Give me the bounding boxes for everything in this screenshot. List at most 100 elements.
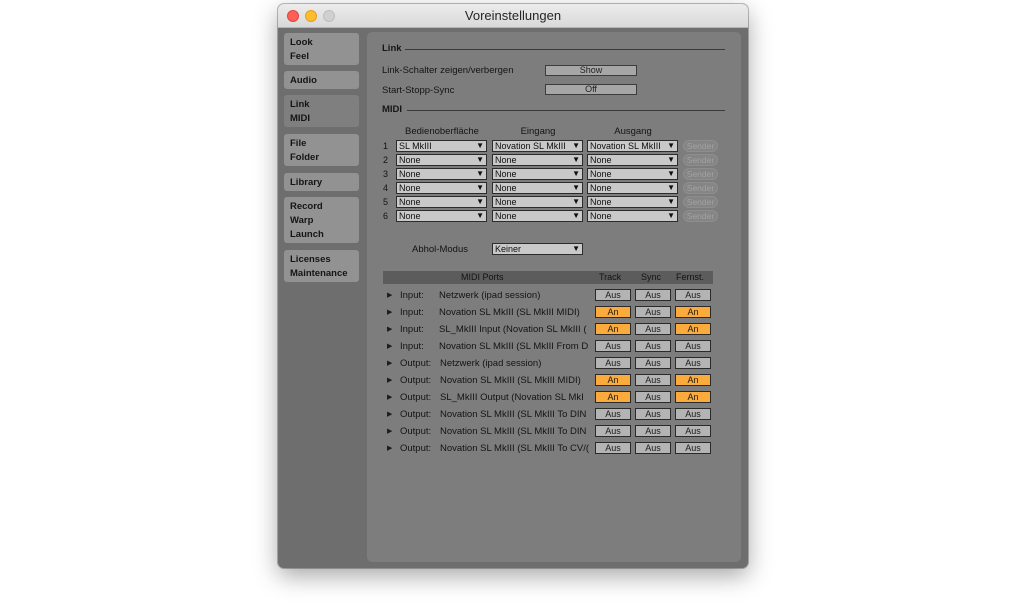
track-toggle[interactable]: Aus <box>595 425 631 437</box>
expand-triangle-icon[interactable]: ▶ <box>387 342 392 350</box>
remote-toggle[interactable]: An <box>675 374 711 386</box>
output-dropdown-3[interactable]: None ▼ <box>587 168 678 180</box>
output-dropdown-1[interactable]: Novation SL MkIII ▼ <box>587 140 678 152</box>
input-dropdown-5[interactable]: None ▼ <box>492 196 583 208</box>
remote-toggle[interactable]: An <box>675 391 711 403</box>
sidebar-tab-5[interactable]: Library <box>284 173 359 191</box>
sender-button-1[interactable]: Sender <box>683 140 718 152</box>
row-number: 4 <box>383 183 389 193</box>
port-name: Novation SL MkIII (SL MkIII From D <box>439 341 589 352</box>
sender-button-2[interactable]: Sender <box>683 154 718 166</box>
track-toggle[interactable]: An <box>595 374 631 386</box>
sync-toggle[interactable]: Aus <box>635 391 671 403</box>
output-dropdown-6[interactable]: None ▼ <box>587 210 678 222</box>
surface-value: None <box>399 155 421 165</box>
surface-dropdown-5[interactable]: None ▼ <box>396 196 487 208</box>
sender-button-6[interactable]: Sender <box>683 210 718 222</box>
remote-toggle[interactable]: Aus <box>675 357 711 369</box>
remote-toggle[interactable]: An <box>675 323 711 335</box>
sidebar-tab-7[interactable]: Licenses Maintenance <box>284 250 359 282</box>
midi-port-row: ▶ Input: SL_MkIII Input (Novation SL MkIII… <box>383 322 713 339</box>
title-bar[interactable]: Voreinstellungen <box>278 4 748 28</box>
takeover-mode-label: Abhol-Modus <box>412 244 468 255</box>
sidebar-tab-1[interactable]: Look Feel <box>284 33 359 65</box>
input-dropdown-2[interactable]: None ▼ <box>492 154 583 166</box>
track-toggle[interactable]: Aus <box>595 340 631 352</box>
track-toggle[interactable]: An <box>595 391 631 403</box>
sidebar-tab-4[interactable]: File Folder <box>284 134 359 166</box>
chevron-down-icon: ▼ <box>476 211 484 220</box>
sync-toggle[interactable]: Aus <box>635 306 671 318</box>
expand-triangle-icon[interactable]: ▶ <box>387 410 392 418</box>
remote-toggle[interactable]: Aus <box>675 442 711 454</box>
expand-triangle-icon[interactable]: ▶ <box>387 393 392 401</box>
sidebar-tab-label: Folder <box>290 152 320 163</box>
sender-button-5[interactable]: Sender <box>683 196 718 208</box>
sync-toggle[interactable]: Aus <box>635 289 671 301</box>
sidebar-tab-3[interactable]: Link MIDI <box>284 95 359 127</box>
remote-toggle[interactable]: Aus <box>675 408 711 420</box>
sidebar-tab-label: Licenses <box>290 254 331 265</box>
input-dropdown-3[interactable]: None ▼ <box>492 168 583 180</box>
chevron-down-icon: ▼ <box>476 197 484 206</box>
sender-button-4[interactable]: Sender <box>683 182 718 194</box>
track-toggle[interactable]: An <box>595 323 631 335</box>
midi-port-row: ▶ Output: Netzwerk (ipad session) Aus Aus Aus <box>383 356 713 373</box>
surface-dropdown-6[interactable]: None ▼ <box>396 210 487 222</box>
port-direction: Input: <box>400 341 424 352</box>
track-toggle[interactable]: Aus <box>595 408 631 420</box>
sync-toggle[interactable]: Aus <box>635 442 671 454</box>
expand-triangle-icon[interactable]: ▶ <box>387 291 392 299</box>
surface-dropdown-1[interactable]: SL MkIII ▼ <box>396 140 487 152</box>
input-dropdown-6[interactable]: None ▼ <box>492 210 583 222</box>
surface-value: None <box>399 169 421 179</box>
sync-toggle[interactable]: Aus <box>635 323 671 335</box>
track-toggle[interactable]: Aus <box>595 357 631 369</box>
start-stop-sync-button[interactable]: Off <box>545 84 637 95</box>
input-dropdown-4[interactable]: None ▼ <box>492 182 583 194</box>
expand-triangle-icon[interactable]: ▶ <box>387 444 392 452</box>
link-show-button[interactable]: Show <box>545 65 637 76</box>
output-dropdown-4[interactable]: None ▼ <box>587 182 678 194</box>
surface-dropdown-4[interactable]: None ▼ <box>396 182 487 194</box>
track-toggle[interactable]: Aus <box>595 289 631 301</box>
output-dropdown-2[interactable]: None ▼ <box>587 154 678 166</box>
takeover-mode-value: Keiner <box>495 244 522 254</box>
remote-toggle[interactable]: An <box>675 306 711 318</box>
expand-triangle-icon[interactable]: ▶ <box>387 376 392 384</box>
midi-ports-header: MIDI Ports Track Sync Fernst. <box>383 271 713 284</box>
midi-port-row: ▶ Output: Novation SL MkIII (SL MkIII To D… <box>383 424 713 441</box>
sync-toggle[interactable]: Aus <box>635 357 671 369</box>
sidebar-tab-label: Audio <box>290 75 317 86</box>
surface-dropdown-2[interactable]: None ▼ <box>396 154 487 166</box>
expand-triangle-icon[interactable]: ▶ <box>387 308 392 316</box>
sidebar-tab-6[interactable]: Record Warp Launch <box>284 197 359 243</box>
sync-toggle[interactable]: Aus <box>635 408 671 420</box>
chevron-down-icon: ▼ <box>572 155 580 164</box>
track-toggle[interactable]: An <box>595 306 631 318</box>
sidebar-tab-label: Maintenance <box>290 268 348 279</box>
track-toggle[interactable]: Aus <box>595 442 631 454</box>
sync-toggle[interactable]: Aus <box>635 374 671 386</box>
takeover-mode-dropdown[interactable]: Keiner ▼ <box>492 243 583 255</box>
chevron-down-icon: ▼ <box>572 197 580 206</box>
expand-triangle-icon[interactable]: ▶ <box>387 359 392 367</box>
sidebar-tab-2[interactable]: Audio <box>284 71 359 89</box>
remote-toggle[interactable]: Aus <box>675 340 711 352</box>
remote-toggle[interactable]: Aus <box>675 289 711 301</box>
sender-button-3[interactable]: Sender <box>683 168 718 180</box>
remote-toggle[interactable]: Aus <box>675 425 711 437</box>
sync-toggle[interactable]: Aus <box>635 425 671 437</box>
expand-triangle-icon[interactable]: ▶ <box>387 427 392 435</box>
sync-toggle[interactable]: Aus <box>635 340 671 352</box>
midi-port-row: ▶ Input: Novation SL MkIII (SL MkIII From … <box>383 339 713 356</box>
chevron-down-icon: ▼ <box>667 169 675 178</box>
midi-port-row: ▶ Input: Novation SL MkIII (SL MkIII MIDI)… <box>383 305 713 322</box>
input-dropdown-1[interactable]: Novation SL MkIII ▼ <box>492 140 583 152</box>
surface-dropdown-3[interactable]: None ▼ <box>396 168 487 180</box>
output-dropdown-5[interactable]: None ▼ <box>587 196 678 208</box>
expand-triangle-icon[interactable]: ▶ <box>387 325 392 333</box>
port-direction: Input: <box>400 307 424 318</box>
chevron-down-icon: ▼ <box>667 141 675 150</box>
midi-heading: MIDI <box>382 104 403 115</box>
